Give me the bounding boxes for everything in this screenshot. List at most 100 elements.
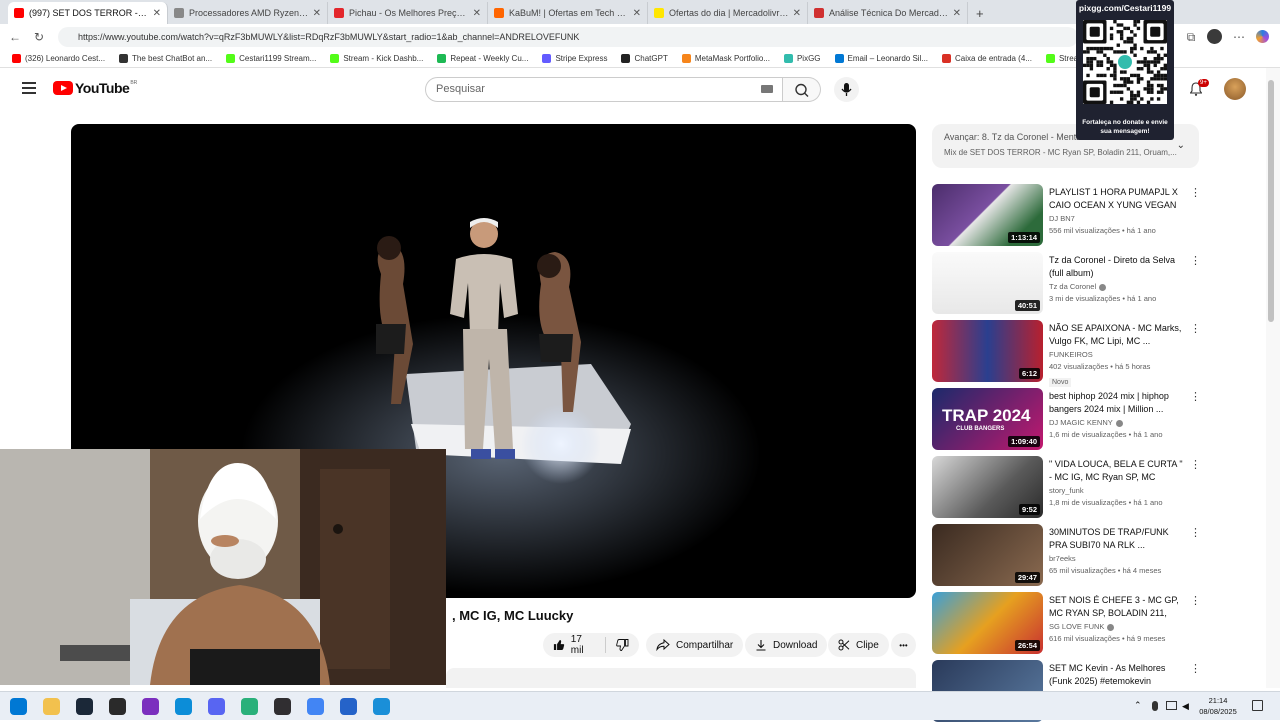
voice-search-button[interactable] — [834, 77, 859, 102]
recommended-video-title[interactable]: PLAYLIST 1 HORA PUMAPJL X CAIO OCEAN X Y… — [1049, 186, 1183, 212]
close-tab-icon[interactable]: ✕ — [313, 8, 321, 19]
channel-name[interactable]: story_funk — [1049, 486, 1183, 495]
video-thumbnail[interactable]: 40:51 — [932, 252, 1043, 314]
browser-tab[interactable]: Ofertas do dia | Mercadolivre Br ✕ — [648, 2, 808, 24]
windows-start-icon[interactable] — [10, 698, 27, 715]
chevron-down-icon[interactable]: ⌄ — [1177, 140, 1185, 151]
network-tray-icon[interactable] — [1166, 701, 1177, 710]
steam-icon[interactable] — [76, 698, 93, 715]
back-icon[interactable]: ← — [4, 30, 26, 44]
like-button[interactable]: 17 mil — [543, 634, 606, 656]
search-input[interactable]: Pesquisar — [425, 77, 783, 102]
video-thumbnail[interactable]: TRAP 2024 CLUB BANGERS 1:09:40 — [932, 388, 1043, 450]
close-tab-icon[interactable]: ✕ — [793, 8, 801, 19]
more-actions-button[interactable]: ••• — [891, 633, 916, 657]
dislike-button[interactable] — [606, 639, 639, 651]
browser-tab[interactable]: Análise Técnica Do Mercado Finan ✕ — [808, 2, 968, 24]
recommended-video[interactable]: 9:52 " VIDA LOUCA, BELA E CURTA " - MC I… — [932, 456, 1201, 520]
bookmark-item[interactable]: (326) Leonardo Cest... — [12, 54, 105, 63]
reload-icon[interactable]: ↻ — [28, 30, 50, 44]
copilot-icon[interactable] — [1256, 30, 1269, 43]
bookmark-item[interactable]: Caixa de entrada (4... — [942, 54, 1032, 63]
channel-name[interactable]: br7eeks — [1049, 554, 1183, 563]
bookmark-item[interactable]: PixGG — [783, 54, 821, 63]
browser-tab[interactable]: KaBuM! | Ofertas em Tech e Gam ✕ — [488, 2, 648, 24]
browser-tab[interactable]: Processadores AMD Ryzen e Athl ✕ — [168, 2, 328, 24]
volume-tray-icon[interactable]: ◀ — [1182, 701, 1189, 712]
clip-button[interactable]: Clipe — [828, 633, 889, 657]
video-thumbnail[interactable]: 26:54 — [932, 592, 1043, 654]
recommended-video[interactable]: 29:47 30MINUTOS DE TRAP/FUNK PRA SUBI70 … — [932, 524, 1201, 588]
file-explorer-icon[interactable] — [43, 698, 60, 715]
app-green-icon[interactable] — [241, 698, 258, 715]
more-options-icon[interactable]: ⋮ — [1190, 526, 1201, 539]
close-tab-icon[interactable]: ✕ — [953, 8, 961, 19]
close-tab-icon[interactable]: ✕ — [633, 8, 641, 19]
browser-tab[interactable]: (997) SET DOS TERROR - MC ✕ — [8, 2, 168, 24]
channel-name[interactable]: DJ MAGIC KENNY — [1049, 418, 1183, 427]
close-tab-icon[interactable]: ✕ — [473, 8, 481, 19]
more-options-icon[interactable]: ⋮ — [1190, 254, 1201, 267]
keyboard-icon[interactable] — [761, 85, 773, 93]
extensions-icon[interactable]: ⧉ — [1180, 30, 1202, 45]
more-options-icon[interactable]: ⋮ — [1190, 322, 1201, 335]
more-options-icon[interactable]: ⋮ — [1190, 662, 1201, 675]
bookmark-item[interactable]: ChatGPT — [621, 54, 668, 63]
share-button[interactable]: Compartilhar — [646, 633, 744, 657]
video-thumbnail[interactable]: 6:12 — [932, 320, 1043, 382]
account-avatar[interactable] — [1224, 78, 1246, 100]
recommended-video[interactable]: 40:51 Tz da Coronel - Direto da Selva (f… — [932, 252, 1201, 316]
channel-name[interactable]: FUNKEIROS — [1049, 350, 1183, 359]
recommended-video-title[interactable]: " VIDA LOUCA, BELA E CURTA " - MC IG, MC… — [1049, 458, 1183, 484]
recommended-video-title[interactable]: SET NOIS É CHEFE 3 - MC GP, MC RYAN SP, … — [1049, 594, 1183, 620]
address-bar[interactable]: https://www.youtube.com/watch?v=qRzF3bMU… — [58, 27, 1078, 47]
tray-chevron-icon[interactable]: ⌃ — [1134, 700, 1142, 711]
bookmark-item[interactable]: Cestari1199 Stream... — [226, 54, 316, 63]
video-thumbnail[interactable]: 29:47 — [932, 524, 1043, 586]
epic-games-icon[interactable] — [109, 698, 126, 715]
chrome-icon[interactable] — [307, 698, 324, 715]
bookmark-item[interactable]: MetaMask Portfolio... — [681, 54, 770, 63]
menu-icon[interactable]: ⋯ — [1228, 30, 1250, 44]
browser-tab[interactable]: Pichau - Os Melhores Preços do H ✕ — [328, 2, 488, 24]
menu-hamburger-icon[interactable] — [22, 82, 36, 94]
search-button[interactable] — [783, 77, 821, 102]
recommended-video[interactable]: TRAP 2024 CLUB BANGERS 1:09:40 best hiph… — [932, 388, 1201, 452]
new-tab-button[interactable]: + — [976, 6, 984, 21]
app-blue-icon[interactable] — [373, 698, 390, 715]
youtube-logo[interactable]: YouTube BR — [53, 80, 137, 96]
recommended-video[interactable]: 1:13:14 PLAYLIST 1 HORA PUMAPJL X CAIO O… — [932, 184, 1201, 248]
video-thumbnail[interactable]: 9:52 — [932, 456, 1043, 518]
channel-name[interactable]: SG LOVE FUNK — [1049, 622, 1183, 631]
recommended-video[interactable]: 26:54 SET NOIS É CHEFE 3 - MC GP, MC RYA… — [932, 592, 1201, 656]
profile-avatar[interactable] — [1207, 29, 1222, 44]
bookmark-item[interactable]: Stripe Express — [542, 54, 607, 63]
video-thumbnail[interactable]: 1:13:14 — [932, 184, 1043, 246]
page-scrollbar-thumb[interactable] — [1268, 80, 1274, 322]
channel-name[interactable]: Tz da Coronel — [1049, 282, 1183, 291]
channel-name[interactable]: DJ BN7 — [1049, 214, 1183, 223]
bookmark-item[interactable]: Email – Leonardo Sil... — [834, 54, 928, 63]
more-options-icon[interactable]: ⋮ — [1190, 458, 1201, 471]
download-button[interactable]: Download — [745, 633, 828, 657]
recommended-video-title[interactable]: 30MINUTOS DE TRAP/FUNK PRA SUBI70 NA RLK… — [1049, 526, 1183, 552]
recommended-video-title[interactable]: NÃO SE APAIXONA - MC Marks, Vulgo FK, MC… — [1049, 322, 1183, 348]
obs-icon[interactable] — [274, 698, 291, 715]
description-card[interactable] — [446, 668, 916, 688]
app-11-icon[interactable] — [340, 698, 357, 715]
edge-icon[interactable] — [175, 698, 192, 715]
bookmark-item[interactable]: Repeat - Weekly Cu... — [437, 54, 528, 63]
more-options-icon[interactable]: ⋮ — [1190, 594, 1201, 607]
more-options-icon[interactable]: ⋮ — [1190, 390, 1201, 403]
microphone-tray-icon[interactable] — [1152, 701, 1158, 711]
recommended-video-title[interactable]: Tz da Coronel - Direto da Selva (full al… — [1049, 254, 1183, 280]
notification-center-icon[interactable] — [1252, 700, 1263, 711]
more-options-icon[interactable]: ⋮ — [1190, 186, 1201, 199]
recommended-video-title[interactable]: SET MC Kevin - As Melhores (Funk 2025) #… — [1049, 662, 1183, 688]
close-tab-icon[interactable]: ✕ — [153, 8, 161, 19]
recommended-video[interactable]: 6:12 NÃO SE APAIXONA - MC Marks, Vulgo F… — [932, 320, 1201, 387]
recommended-video-title[interactable]: best hiphop 2024 mix | hiphop bangers 20… — [1049, 390, 1183, 416]
browser-purple-icon[interactable] — [142, 698, 159, 715]
taskbar-clock[interactable]: 21:14 08/08/2025 — [1196, 695, 1240, 717]
bookmark-item[interactable]: Stream - Kick Dashb... — [330, 54, 423, 63]
